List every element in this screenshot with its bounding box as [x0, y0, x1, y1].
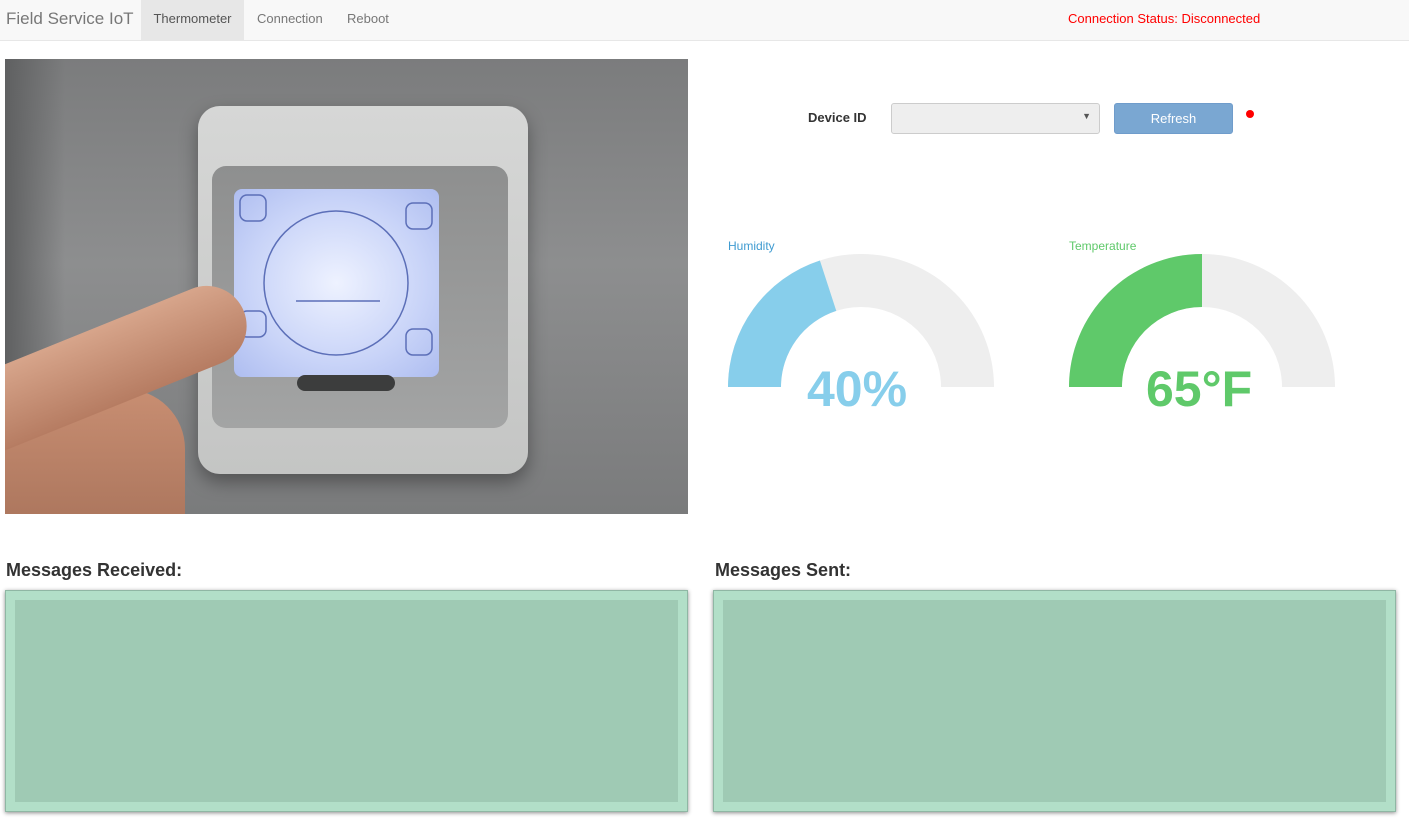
- messages-sent-title: Messages Sent:: [715, 560, 852, 580]
- device-id-label: Device ID: [808, 110, 867, 125]
- thermostat-screen: [234, 189, 439, 377]
- status-indicator-dot: [1246, 110, 1254, 118]
- messages-received-title: Messages Received:: [6, 560, 183, 580]
- temperature-value: 65°F: [1146, 361, 1253, 417]
- messages-sent-box[interactable]: [713, 590, 1396, 812]
- connection-status: Connection Status: Disconnected: [1068, 11, 1261, 26]
- device-id-select[interactable]: ▼: [891, 103, 1100, 134]
- top-navbar: Field Service IoT Thermometer Connection…: [0, 0, 1409, 41]
- refresh-button[interactable]: Refresh: [1114, 103, 1233, 134]
- humidity-value: 40%: [807, 361, 908, 417]
- thermostat-slot: [297, 375, 395, 391]
- messages-received-area[interactable]: [15, 600, 678, 802]
- tab-connection[interactable]: Connection: [257, 0, 323, 41]
- thermostat-photo: [5, 59, 688, 514]
- messages-sent-area[interactable]: [723, 600, 1386, 802]
- app-brand[interactable]: Field Service IoT: [6, 0, 134, 41]
- messages-received-box[interactable]: [5, 590, 688, 812]
- thermostat-dial-graphic: [239, 194, 433, 356]
- chevron-down-icon: ▼: [1082, 111, 1091, 121]
- tab-reboot[interactable]: Reboot: [347, 0, 389, 41]
- tab-thermometer[interactable]: Thermometer: [141, 0, 244, 41]
